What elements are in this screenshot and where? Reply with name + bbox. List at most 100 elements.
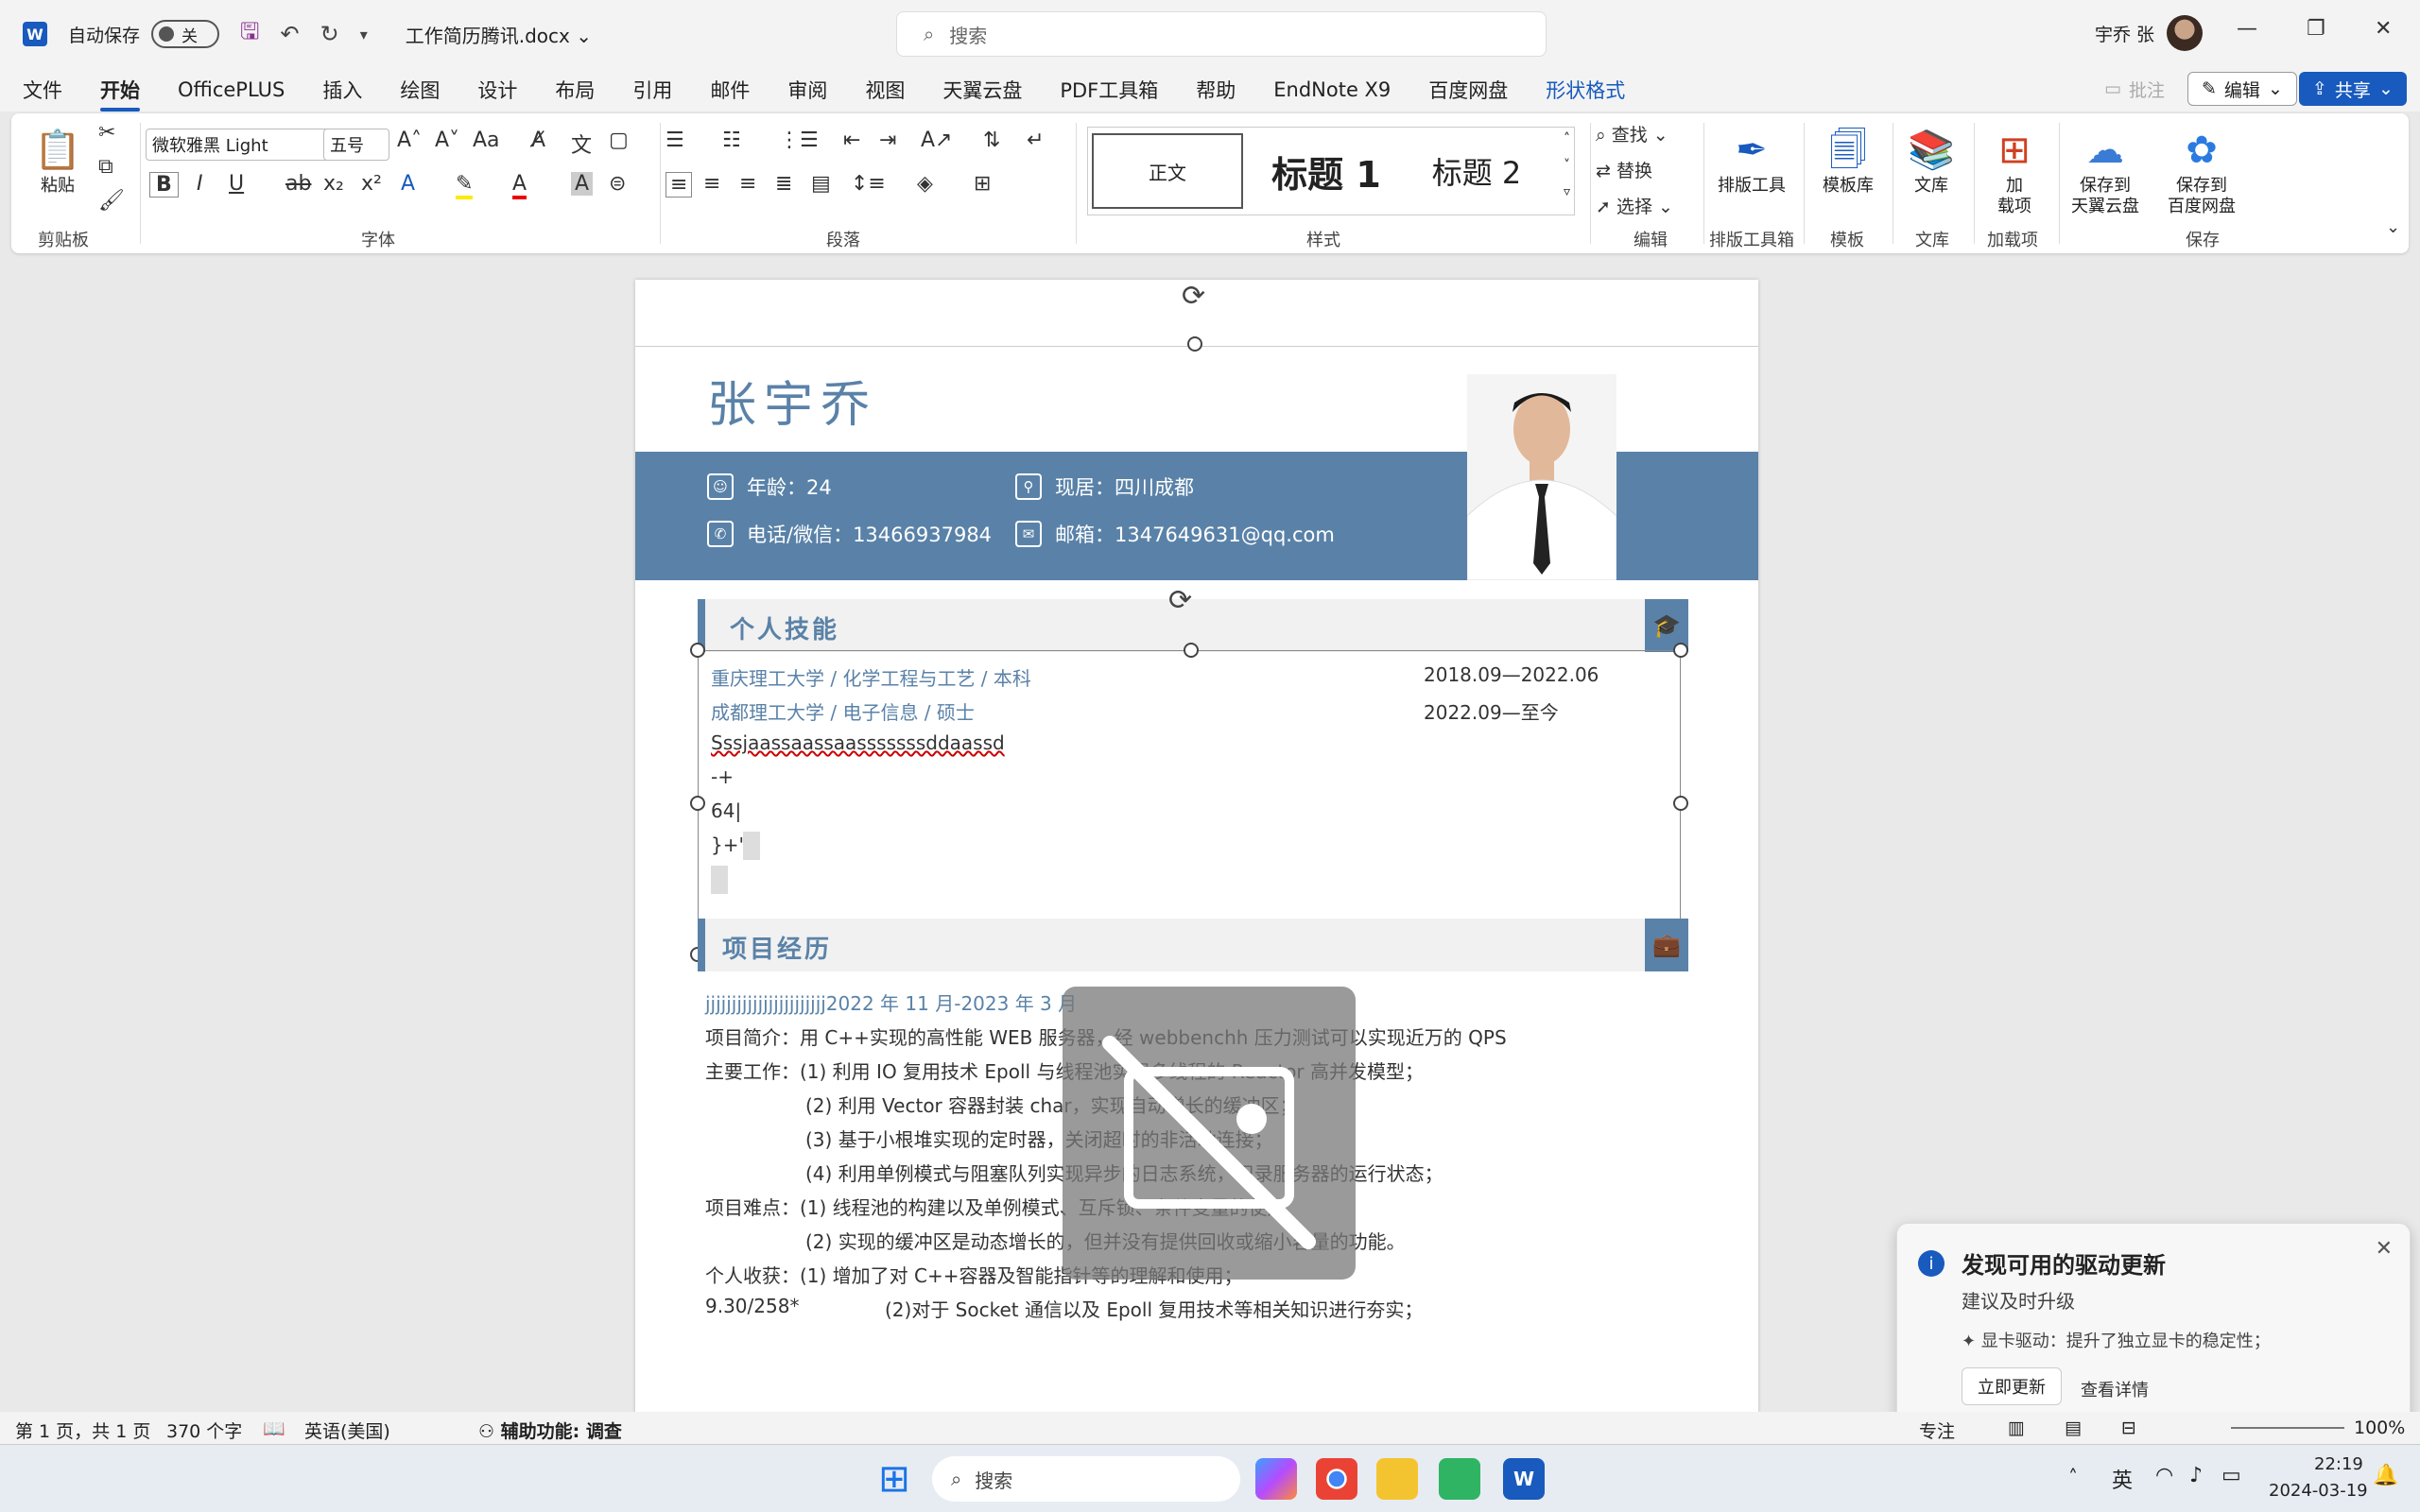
print-layout-icon[interactable]: ▤ xyxy=(2065,1418,2082,1438)
addins-button[interactable]: ⊞ 加 载项 xyxy=(1972,125,2057,217)
tab-file[interactable]: 文件 xyxy=(23,76,62,104)
resize-handle[interactable] xyxy=(1673,796,1688,811)
borders-icon[interactable]: ⊞ xyxy=(974,172,991,196)
page-indicator[interactable]: 第 1 页，共 1 页 xyxy=(15,1418,150,1443)
tab-design[interactable]: 设计 xyxy=(477,76,517,104)
italic-icon[interactable]: I xyxy=(197,172,203,196)
font-size-select[interactable]: 五号 xyxy=(323,129,389,161)
tab-draw[interactable]: 绘图 xyxy=(400,76,440,104)
align-left-icon[interactable]: ≡ xyxy=(666,172,693,198)
find-button[interactable]: ⌕ 查找 ⌄ xyxy=(1596,121,1668,146)
rotate-handle-icon[interactable]: ⟳ xyxy=(1182,280,1205,313)
numbering-icon[interactable]: ☷ xyxy=(722,129,741,152)
save-icon[interactable]: 🖫 xyxy=(240,15,259,54)
char-shading-icon[interactable]: A xyxy=(571,172,594,196)
tab-review[interactable]: 审阅 xyxy=(787,76,827,104)
battery-icon[interactable]: ▭ xyxy=(2221,1464,2241,1487)
underline-icon[interactable]: U xyxy=(229,172,244,196)
format-painter-icon[interactable]: 🖌 xyxy=(98,189,125,213)
tab-insert[interactable]: 插入 xyxy=(322,76,362,104)
superscript-icon[interactable]: x² xyxy=(361,172,382,196)
bold-icon[interactable]: B xyxy=(149,172,179,198)
styles-scroll-down-icon[interactable]: ˅ xyxy=(1564,158,1570,173)
distributed-icon[interactable]: ▤ xyxy=(811,172,831,196)
collapse-ribbon-icon[interactable]: ⌄ xyxy=(2386,217,2400,237)
resize-handle[interactable] xyxy=(1673,643,1688,658)
tab-home[interactable]: 开始 xyxy=(100,76,140,112)
tab-layout[interactable]: 布局 xyxy=(555,76,595,104)
replace-button[interactable]: ⇄ 替换 xyxy=(1596,157,1652,182)
phonetic-guide-icon[interactable]: 文 xyxy=(571,129,592,159)
align-right-icon[interactable]: ≡ xyxy=(739,172,756,196)
view-details-link[interactable]: 查看详情 xyxy=(2081,1377,2149,1401)
strikethrough-icon[interactable]: ab xyxy=(285,172,311,196)
focus-mode[interactable]: 专注 xyxy=(1919,1418,1955,1443)
taskbar-search[interactable]: ⌕ 搜索 xyxy=(932,1456,1240,1502)
search-box[interactable]: ⌕ 搜索 xyxy=(896,11,1547,57)
layout-tool-button[interactable]: ✒ 排版工具 xyxy=(1709,125,1794,197)
rotate-handle-icon[interactable]: ⟳ xyxy=(1168,584,1192,617)
clock-date[interactable]: 2024-03-19 xyxy=(2269,1481,2368,1501)
font-name-select[interactable]: 微软雅黑 Light xyxy=(146,129,331,161)
close-icon[interactable]: ✕ xyxy=(2376,1237,2393,1261)
zoom-slider[interactable] xyxy=(2231,1427,2344,1429)
tab-officeplus[interactable]: OfficePLUS xyxy=(178,78,285,101)
tab-endnote[interactable]: EndNote X9 xyxy=(1273,78,1391,101)
styles-expand-icon[interactable]: ▿ xyxy=(1564,184,1570,199)
word-taskbar-icon[interactable]: W xyxy=(1503,1458,1545,1500)
chrome-icon[interactable] xyxy=(1316,1458,1357,1500)
style-heading-2[interactable]: 标题 2 xyxy=(1406,133,1547,209)
resize-handle[interactable] xyxy=(690,643,705,658)
tab-shape-format[interactable]: 形状格式 xyxy=(1546,76,1625,104)
update-now-button[interactable]: 立即更新 xyxy=(1962,1367,2062,1405)
save-to-tianyi-button[interactable]: ☁ 保存到 天翼云盘 xyxy=(2063,125,2148,217)
character-border-icon[interactable]: ▢ xyxy=(609,129,629,152)
edit-mode-button[interactable]: ✎ 编辑 ⌄ xyxy=(2187,72,2297,106)
copy-icon[interactable]: ⧉ xyxy=(98,155,113,179)
profile-photo[interactable] xyxy=(1467,374,1616,580)
shrink-font-icon[interactable]: A˅ xyxy=(435,129,459,152)
increase-indent-icon[interactable]: ⇥ xyxy=(879,129,896,152)
share-button[interactable]: ⇪ 共享 ⌄ xyxy=(2299,72,2407,106)
autosave-toggle[interactable]: 关 xyxy=(151,20,220,48)
proofing-icon[interactable]: 📖 xyxy=(263,1418,285,1439)
resize-handle[interactable] xyxy=(1184,643,1199,658)
close-icon[interactable]: ✕ xyxy=(2375,17,2392,41)
library-button[interactable]: 📚 文库 xyxy=(1889,125,1974,197)
media-player-icon[interactable] xyxy=(1439,1458,1480,1500)
highlight-icon[interactable]: ✎ xyxy=(456,172,474,199)
document-title[interactable]: 工作简历腾讯.docx ⌄ xyxy=(406,21,592,48)
shading-icon[interactable]: ◈ xyxy=(917,172,933,196)
word-count[interactable]: 370 个字 xyxy=(166,1418,242,1443)
save-to-baidu-button[interactable]: ✿ 保存到 百度网盘 xyxy=(2159,125,2244,217)
chinese-layout-icon[interactable]: A↗ xyxy=(921,129,952,152)
tab-tianyi[interactable]: 天翼云盘 xyxy=(942,76,1022,104)
selected-text-box[interactable] xyxy=(698,650,1681,954)
subscript-icon[interactable]: x₂ xyxy=(323,172,344,196)
tab-pdf-tools[interactable]: PDF工具箱 xyxy=(1060,76,1158,104)
read-mode-icon[interactable]: ▥ xyxy=(2008,1418,2025,1438)
clear-format-icon[interactable]: A̸ xyxy=(531,129,545,152)
tab-help[interactable]: 帮助 xyxy=(1196,76,1236,104)
show-hidden-icons[interactable]: ˄ xyxy=(2068,1466,2078,1488)
speaker-icon[interactable]: ♪ xyxy=(2189,1464,2203,1487)
template-library-button[interactable]: 🗐 模板库 xyxy=(1806,125,1891,197)
font-color-icon[interactable]: A xyxy=(512,172,527,199)
customize-toolbar-icon[interactable]: ▾ xyxy=(360,26,368,43)
align-center-icon[interactable]: ≡ xyxy=(703,172,720,196)
sort-icon[interactable]: ⇅ xyxy=(983,129,1000,152)
user-name[interactable]: 宇乔 张 xyxy=(2095,21,2154,46)
file-explorer-icon[interactable] xyxy=(1376,1458,1418,1500)
show-marks-icon[interactable]: ↵ xyxy=(1027,129,1044,152)
resize-handle[interactable] xyxy=(1187,336,1202,352)
justify-icon[interactable]: ≣ xyxy=(775,172,792,196)
language-indicator[interactable]: 英语(美国) xyxy=(304,1418,390,1443)
copilot-icon[interactable] xyxy=(1255,1458,1297,1500)
tab-baidu[interactable]: 百度网盘 xyxy=(1428,76,1508,104)
minimize-icon[interactable]: — xyxy=(2237,17,2257,41)
tab-view[interactable]: 视图 xyxy=(865,76,905,104)
notification-bell-icon[interactable]: 🔔 xyxy=(2373,1464,2398,1487)
decrease-indent-icon[interactable]: ⇤ xyxy=(843,129,860,152)
zoom-level[interactable]: 100% xyxy=(2354,1418,2405,1438)
line-spacing-icon[interactable]: ↕≡ xyxy=(851,172,886,196)
